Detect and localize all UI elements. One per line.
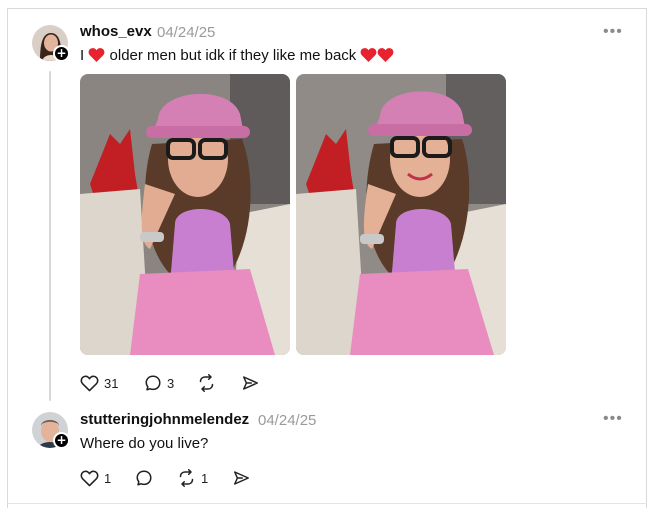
red-heart-emoji-icon	[378, 48, 394, 62]
post-image-1[interactable]	[80, 74, 290, 355]
share-button[interactable]	[241, 374, 260, 392]
like-button[interactable]: 1	[80, 469, 111, 487]
reply-like-count: 1	[104, 470, 112, 486]
red-heart-emoji-icon	[88, 48, 105, 62]
repost-button[interactable]: 1	[177, 469, 208, 487]
reply-username[interactable]: stutteringjohnmelendez	[80, 411, 249, 428]
reply-repost-count: 1	[201, 470, 209, 486]
repost-button[interactable]	[197, 374, 216, 392]
divider	[7, 503, 647, 504]
post-text-start: I	[80, 47, 85, 64]
heart-icon	[80, 470, 99, 487]
reply-timestamp[interactable]: 04/24/25	[258, 412, 316, 429]
post-username[interactable]: whos_evx	[80, 23, 152, 40]
repost-icon	[179, 469, 194, 487]
comment-icon	[136, 470, 152, 486]
share-icon	[243, 376, 258, 390]
share-icon	[234, 471, 249, 485]
follow-plus-icon[interactable]: +	[53, 432, 70, 449]
post-timestamp[interactable]: 04/24/25	[157, 24, 215, 41]
repost-icon	[199, 374, 214, 392]
like-button[interactable]: 31	[80, 374, 118, 392]
post-text: I older men but idk if they like me back	[80, 47, 394, 64]
more-options-icon[interactable]: •••	[603, 24, 623, 40]
thread-line	[49, 71, 51, 401]
post-text-body: older men but idk if they like me back	[109, 47, 357, 64]
reply-button[interactable]	[135, 469, 153, 487]
reply-text: Where do you live?	[80, 435, 209, 452]
red-heart-emoji-icon	[361, 48, 377, 62]
more-options-icon[interactable]: •••	[603, 411, 623, 427]
share-button[interactable]	[232, 469, 251, 487]
follow-plus-icon[interactable]: +	[53, 45, 70, 62]
comment-icon	[145, 375, 161, 391]
post-image-2[interactable]	[296, 74, 506, 355]
reply-count: 3	[167, 375, 175, 391]
heart-icon	[80, 375, 99, 392]
like-count: 31	[104, 375, 119, 391]
reply-button[interactable]: 3	[144, 374, 174, 392]
